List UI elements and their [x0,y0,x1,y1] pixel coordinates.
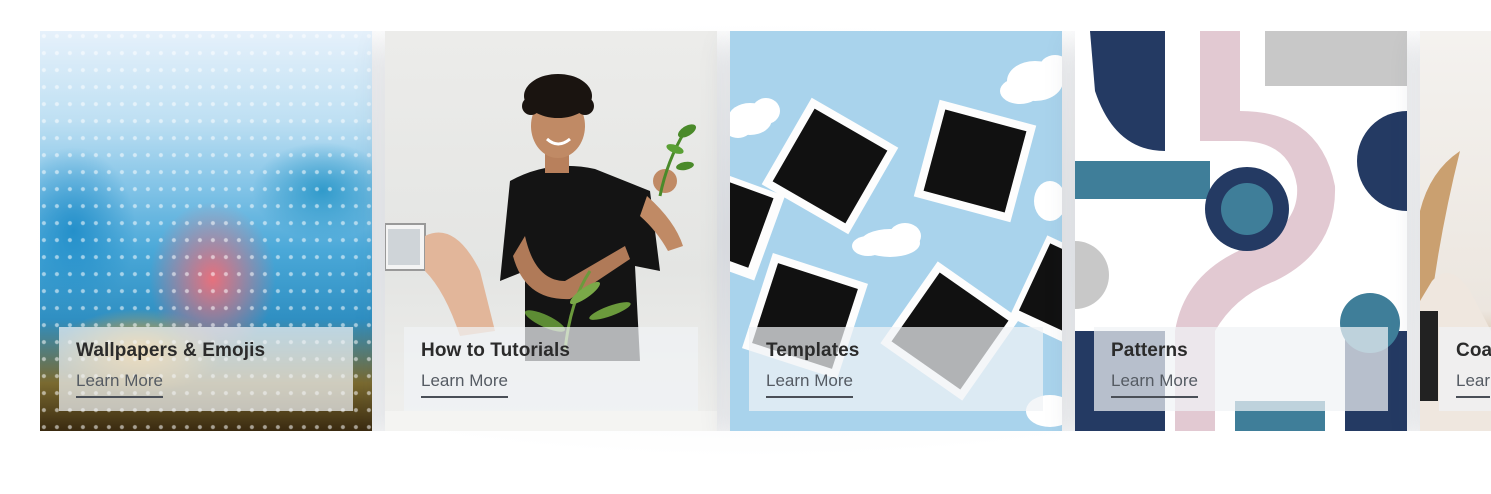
category-carousel: Wallpapers & Emojis Learn More How to Tu… [40,31,1491,431]
card-title: Patterns [1111,340,1188,361]
card-info-panel: Templates Learn More [749,327,1043,411]
card-info-panel: Coa Lear [1439,327,1491,411]
card-patterns[interactable]: Patterns Learn More [1075,31,1407,431]
card-title: How to Tutorials [421,340,571,361]
card-title: Coa [1456,340,1491,361]
learn-more-link[interactable]: Learn More [1111,371,1198,398]
learn-more-link[interactable]: Learn More [766,371,853,398]
card-info-panel: Patterns Learn More [1094,327,1388,411]
learn-more-link[interactable]: Lear [1456,371,1491,398]
card-templates[interactable]: Templates Learn More [730,31,1062,431]
card-title: Templates [766,340,860,361]
learn-more-link[interactable]: Learn More [421,371,508,398]
learn-more-link[interactable]: Learn More [76,371,163,398]
card-how-to-tutorials[interactable]: How to Tutorials Learn More [385,31,717,431]
card-coaching[interactable]: Coa Lear [1420,31,1491,431]
card-info-panel: Wallpapers & Emojis Learn More [59,327,353,411]
card-info-panel: How to Tutorials Learn More [404,327,698,411]
card-title: Wallpapers & Emojis [76,340,266,361]
card-wallpapers-emojis[interactable]: Wallpapers & Emojis Learn More [40,31,372,431]
